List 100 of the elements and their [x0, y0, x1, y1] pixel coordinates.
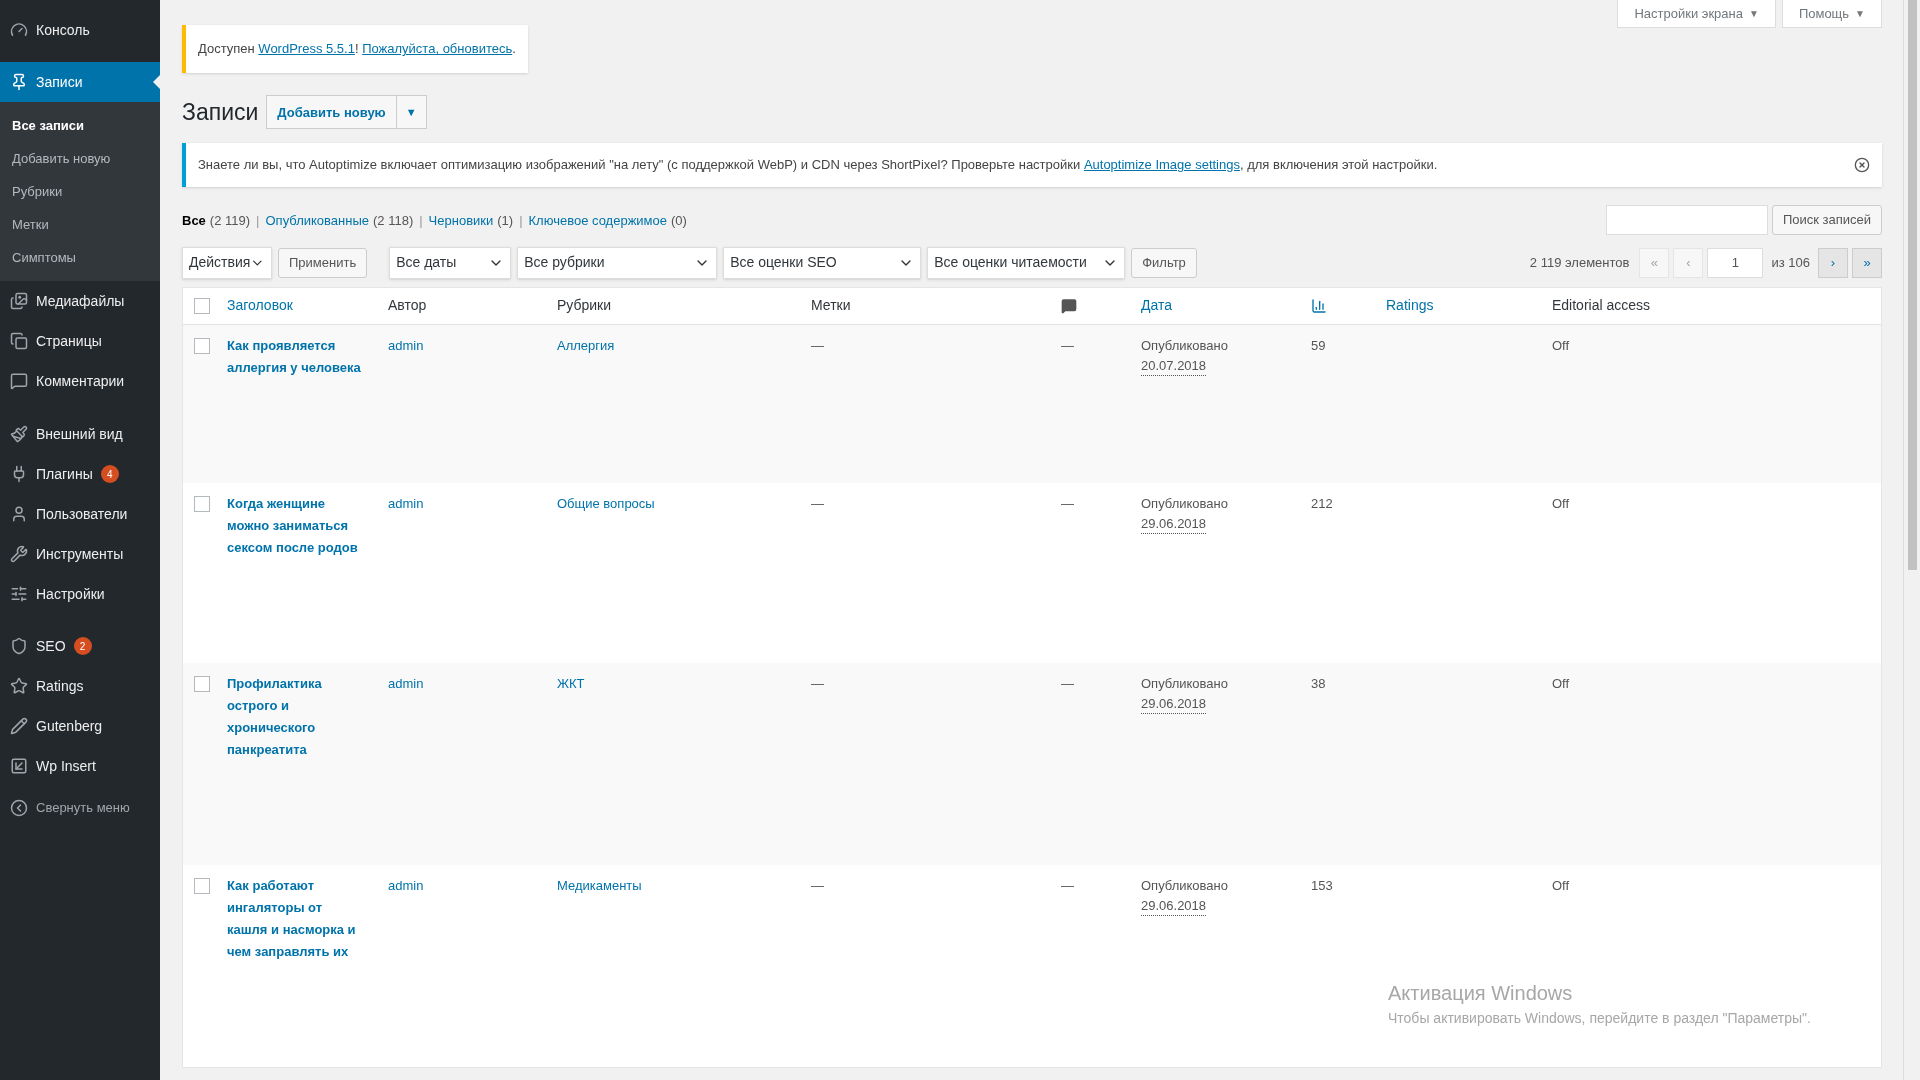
category-link[interactable]: ЖКТ	[557, 675, 585, 691]
submenu-item[interactable]: Добавить новую	[0, 142, 160, 175]
table-cell: Off	[1552, 337, 1570, 353]
sidebar-item[interactable]: SEO 2	[0, 626, 160, 666]
filter-button[interactable]: Фильтр	[1131, 247, 1197, 278]
sidebar-item[interactable]: Записи	[0, 62, 160, 102]
submenu-item[interactable]: Метки	[0, 208, 160, 241]
submenu-item[interactable]: Симптомы	[0, 241, 160, 274]
column-header[interactable]: Ratings	[1386, 297, 1434, 313]
bar-chart-icon[interactable]	[1311, 297, 1327, 314]
sidebar-item[interactable]: Медиафайлы	[0, 281, 160, 321]
status-filter-link[interactable]: Ключевое содержимое	[528, 211, 667, 231]
table-cell: —	[1061, 675, 1074, 691]
active-pointer-icon	[153, 75, 160, 89]
post-date: 20.07.2018	[1141, 356, 1207, 376]
page-total: из 106	[1771, 253, 1810, 272]
wrench-icon	[10, 545, 28, 563]
author-link[interactable]: admin	[388, 337, 424, 353]
category-link[interactable]: Аллергия	[557, 337, 615, 353]
sidebar-label: Ratings	[36, 676, 84, 696]
row-checkbox[interactable]	[194, 495, 210, 512]
sidebar-item[interactable]: Консоль	[0, 10, 160, 50]
select-all-checkbox[interactable]	[194, 297, 210, 314]
submenu-item[interactable]: Рубрики	[0, 175, 160, 208]
sidebar-item[interactable]: Внешний вид	[0, 414, 160, 454]
add-new-dropdown[interactable]: ▼	[396, 95, 427, 130]
sidebar-item[interactable]: Комментарии	[0, 361, 160, 401]
post-date: 29.06.2018	[1141, 514, 1207, 534]
user-icon	[10, 505, 28, 523]
category-link[interactable]: Медикаменты	[557, 877, 642, 893]
search-field[interactable]	[1605, 204, 1768, 235]
sidebar-item[interactable]: Настройки	[0, 574, 160, 614]
filter-dropdown[interactable]: Все оценки читаемости	[927, 246, 1126, 279]
sidebar-label: Внешний вид	[36, 424, 123, 444]
row-checkbox[interactable]	[194, 337, 210, 354]
category-link[interactable]: Общие вопросы	[557, 495, 655, 511]
table-cell: 153	[1311, 877, 1333, 893]
submenu-item[interactable]: Все записи	[0, 109, 160, 142]
activation-text: Чтобы активировать Windows, перейдите в раздел "Параметры".	[1388, 1009, 1811, 1028]
sidebar-item[interactable]: Gutenberg	[0, 706, 160, 746]
post-title-link[interactable]: Когда женщине можно заниматься сексом после родов	[227, 492, 366, 559]
table-cell: Off	[1552, 495, 1570, 511]
sidebar-item[interactable]: Инструменты	[0, 534, 160, 574]
filter-dropdown[interactable]: Действия	[182, 246, 272, 279]
sidebar-item[interactable]: Ratings	[0, 666, 160, 706]
status-count: (0)	[671, 212, 687, 230]
screen-meta-button[interactable]: Помощь ▼	[1781, 0, 1882, 28]
sidebar-item[interactable]: Плагины 4	[0, 454, 160, 494]
count-badge: 2	[73, 637, 92, 655]
sidebar-item[interactable]: Страницы	[0, 321, 160, 361]
status-count: (2 119)	[209, 212, 251, 230]
screen-meta-button[interactable]: Настройки экрана ▼	[1617, 0, 1776, 28]
close-icon[interactable]	[1854, 156, 1870, 173]
author-link[interactable]: admin	[388, 877, 424, 893]
settings-link[interactable]: Autoptimize Image settings	[1083, 156, 1240, 172]
filter-dropdown[interactable]: Все рубрики	[517, 246, 718, 279]
table-cell: 59	[1311, 337, 1326, 353]
shield-icon	[10, 637, 28, 655]
pages-icon	[10, 332, 28, 350]
status-count: (1)	[497, 212, 514, 230]
status-filter-link[interactable]: Черновики	[428, 211, 494, 231]
add-new-button[interactable]: Добавить новую	[266, 95, 397, 130]
author-link[interactable]: admin	[388, 495, 424, 511]
row-checkbox[interactable]	[194, 675, 210, 692]
pencil-icon	[10, 717, 28, 735]
search-button[interactable]: Поиск записей	[1771, 204, 1882, 235]
table-cell: Off	[1552, 675, 1570, 691]
sidebar-label: Медиафайлы	[36, 291, 125, 311]
sidebar-label: Записи	[36, 72, 83, 92]
settings-icon	[10, 585, 28, 603]
sidebar-item[interactable]: Wp Insert	[0, 746, 160, 786]
filter-dropdown[interactable]: Все даты	[389, 246, 512, 279]
post-title-link[interactable]: Профилактика острого и хронического панкреатита	[227, 672, 366, 761]
page-nav-button[interactable]: »	[1852, 247, 1882, 278]
post-status: Опубликовано	[1141, 876, 1228, 895]
column-header[interactable]: Дата	[1141, 297, 1172, 313]
scrollbar[interactable]	[1903, 0, 1920, 1080]
author-link[interactable]: admin	[388, 675, 424, 691]
items-count: 2 119 элементов	[1529, 253, 1630, 272]
sidebar-label: Настройки	[36, 584, 105, 604]
filter-dropdown[interactable]: Все оценки SEO	[723, 246, 922, 279]
status-filter-link[interactable]: Все	[182, 211, 206, 231]
table-cell: 38	[1311, 675, 1326, 691]
table-cell: —	[1061, 877, 1074, 893]
apply-button[interactable]: Применить	[278, 247, 368, 278]
post-title-link[interactable]: Как проявляется аллергия у человека	[227, 334, 366, 379]
table-cell: —	[811, 495, 824, 511]
page-nav-button[interactable]: ›	[1818, 247, 1848, 278]
notice-link[interactable]: WordPress 5.5.1	[258, 41, 355, 57]
sidebar-item[interactable]: Пользователи	[0, 494, 160, 534]
column-header[interactable]: Заголовок	[227, 297, 293, 313]
collapse-menu-button[interactable]: Свернуть меню	[0, 788, 160, 828]
table-cell: —	[1061, 495, 1074, 511]
post-status: Опубликовано	[1141, 336, 1228, 355]
post-title-link[interactable]: Как работают ингаляторы от кашля и насморка и чем заправлять их	[227, 874, 366, 963]
row-checkbox[interactable]	[194, 877, 210, 894]
status-filter-link[interactable]: Опубликованные	[265, 211, 369, 231]
page-field[interactable]: 1	[1707, 247, 1764, 278]
table-cell: Off	[1552, 877, 1570, 893]
brush-icon	[10, 425, 28, 443]
